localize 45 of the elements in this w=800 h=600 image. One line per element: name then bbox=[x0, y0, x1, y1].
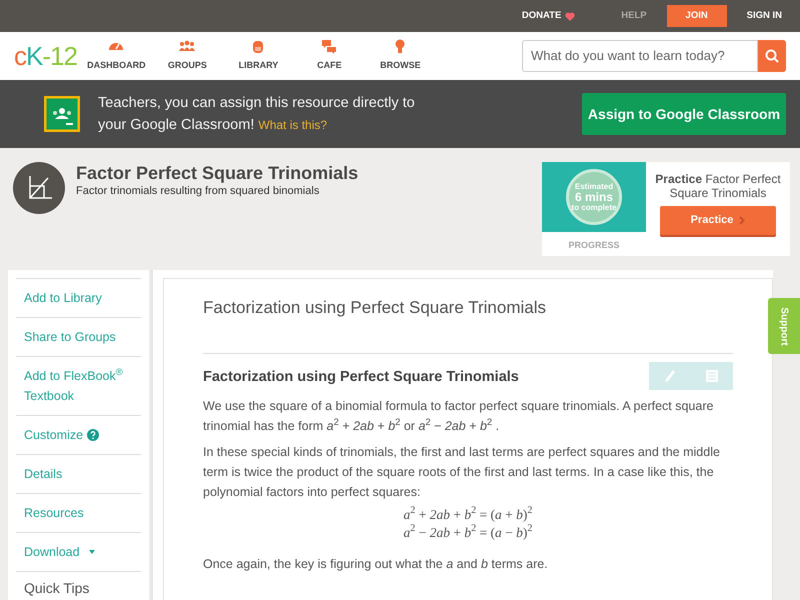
sidebar-link[interactable]: Details bbox=[24, 464, 62, 484]
quick-tips-heading: Quick Tips bbox=[23, 579, 90, 598]
top-link[interactable]: DONATE bbox=[514, 1, 584, 31]
help-icon[interactable] bbox=[87, 429, 100, 441]
equation: a$^{2}$ − 2ab + b$^{2}$ = (a − b)$^{2}$ bbox=[404, 524, 532, 542]
top-link[interactable]: JOIN bbox=[666, 5, 727, 27]
support-tab[interactable]: Support bbox=[768, 298, 800, 354]
logo[interactable]: cK-12 bbox=[14, 40, 77, 72]
sidebar-link[interactable]: Add to Library bbox=[24, 288, 102, 308]
time-estimate: Estimated 6 mins to complete bbox=[566, 169, 622, 225]
sidebar-link[interactable]: Download bbox=[24, 542, 80, 562]
top-link[interactable]: SIGN IN bbox=[742, 1, 786, 31]
heart-icon bbox=[565, 12, 576, 20]
search-field[interactable]: What do you want to learn today? bbox=[522, 40, 758, 72]
practice-button[interactable]: Practice bbox=[660, 206, 776, 235]
banner-message: Teachers, you can assign this resource directly to your Google Classroom! What is this? bbox=[98, 94, 416, 135]
paragraph: We use the square of a binomial formula to factor perfect square trinomials. A perfect square trinomial has the form a$^{2}$ + 2ab + b$^{2}$ or a$^{2}$ − 2ab + b$^{2}$ . bbox=[203, 398, 714, 434]
paragraph: In these special kinds of trinomials, the first and last terms are perfect squares and the middle term is twice the product of the square roots of the first and last terms. In a case like this, the polynomial factors into perfect squares: bbox=[203, 444, 721, 501]
caret-icon bbox=[88, 549, 96, 555]
concept-subtitle: Factor trinomials resulting from squared binomials bbox=[76, 184, 320, 198]
section-title: Factorization using Perfect Square Trinomials bbox=[203, 368, 519, 387]
graph-icon bbox=[13, 162, 65, 214]
paragraph: Once again, the key is figuring out what the a and b terms are. bbox=[203, 556, 549, 573]
practice-title: Practice Factor Perfect Square Trinomials bbox=[654, 172, 782, 200]
progress-label: PROGRESS bbox=[567, 239, 620, 252]
concept-title: Factor Perfect Square Trinomials bbox=[76, 162, 358, 184]
chevron-icon bbox=[739, 216, 746, 225]
chat-icon bbox=[321, 39, 338, 56]
nav-item[interactable]: LIBRARY bbox=[222, 39, 294, 73]
assign-button[interactable]: Assign to Google Classroom bbox=[582, 93, 786, 135]
nav-item[interactable]: BROWSE bbox=[364, 39, 436, 73]
nav-item[interactable]: GROUPS bbox=[152, 39, 223, 73]
sidebar-link[interactable]: Share to Groups bbox=[24, 327, 116, 347]
search-icon bbox=[765, 49, 779, 63]
sidebar-link[interactable]: Add to FlexBook$^{®}$ Textbook bbox=[24, 366, 133, 406]
equation: a$^{2}$ + 2ab + b$^{2}$ = (a + b)$^{2}$ bbox=[404, 506, 532, 524]
what-is-this-link[interactable]: What is this? bbox=[258, 118, 328, 132]
classroom-icon bbox=[44, 96, 80, 132]
nav-item[interactable]: CAFE bbox=[294, 39, 365, 73]
sidebar-link[interactable]: Customize bbox=[24, 425, 84, 445]
nav-item[interactable]: DASHBOARD bbox=[80, 39, 152, 73]
top-link[interactable]: HELP bbox=[613, 1, 655, 31]
search-button[interactable] bbox=[758, 40, 786, 72]
sidebar-link[interactable]: Resources bbox=[24, 503, 84, 523]
article-title: Factorization using Perfect Square Trinomials bbox=[203, 295, 733, 354]
